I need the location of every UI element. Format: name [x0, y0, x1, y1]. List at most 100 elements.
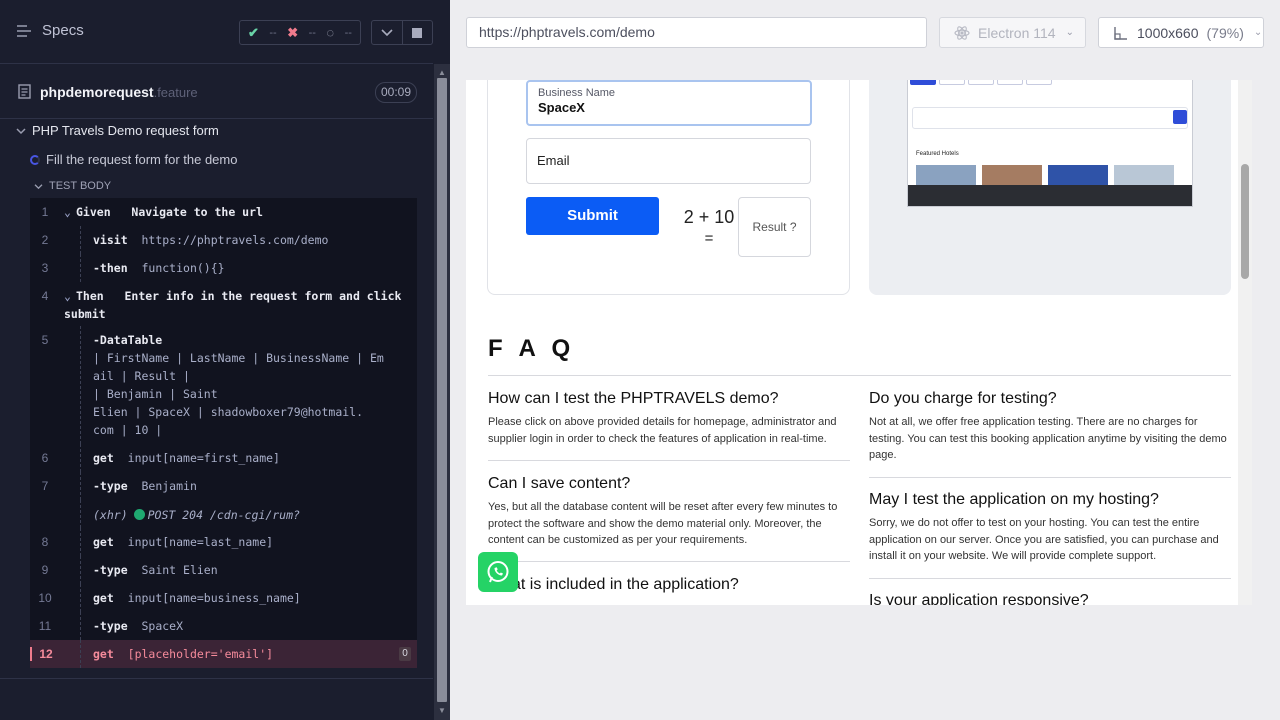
- demo-preview-image: Featured Hotels: [907, 80, 1193, 207]
- aut-scrollbar[interactable]: [1238, 80, 1252, 605]
- file-icon: [18, 84, 31, 99]
- scrollbar-thumb[interactable]: [437, 78, 447, 702]
- command-row[interactable]: 1 ⌄ Given Navigate to the url: [30, 198, 417, 226]
- url-bar[interactable]: https://phptravels.com/demo: [466, 17, 927, 48]
- captcha-result-field[interactable]: Result ?: [738, 197, 811, 257]
- runner-scrollbar[interactable]: ▲ ▼: [434, 64, 450, 720]
- command-message: Benjamin: [141, 479, 197, 493]
- command-row[interactable]: 11 -type SpaceX: [30, 612, 417, 640]
- command-number: 7: [41, 479, 49, 493]
- faq-answer: Yes, but all the database content will b…: [488, 501, 838, 546]
- demo-request-form: Business Name SpaceX Email Submit 2 + 10…: [487, 80, 850, 295]
- test-body-header[interactable]: TEST BODY: [34, 180, 111, 192]
- command-row[interactable]: 8 get input[name=last_name]: [30, 528, 417, 556]
- command-row[interactable]: 2 visit https://phptravels.com/demo: [30, 226, 417, 254]
- specs-toggle[interactable]: Specs: [16, 22, 84, 39]
- command-keyword: (xhr): [93, 508, 128, 522]
- search-icon: [1173, 110, 1187, 124]
- chevron-down-icon: [16, 127, 26, 134]
- chevron-down-button[interactable]: [372, 21, 402, 44]
- command-message: POST 204 /cdn-cgi/rum?: [147, 508, 300, 522]
- electron-icon: [954, 25, 970, 40]
- app-under-test-panel: https://phptravels.com/demo Electron 114…: [450, 0, 1280, 720]
- scrollbar-thumb[interactable]: [1241, 164, 1249, 279]
- command-keyword: get: [93, 451, 114, 465]
- run-controls: [371, 20, 433, 45]
- command-message: SpaceX: [141, 619, 184, 633]
- command-message: https://phptravels.com/demo: [141, 233, 329, 247]
- command-message: input[name=first_name]: [127, 451, 280, 465]
- viewport-zoom: (79%): [1206, 24, 1244, 41]
- chevron-down-icon: ⌄: [64, 289, 71, 303]
- faq-answer: Not at all, we offer free application te…: [869, 416, 1227, 461]
- element-count-badge: 0: [399, 647, 411, 661]
- suite-title-text: PHP Travels Demo request form: [32, 123, 219, 138]
- command-keyword: get: [93, 535, 114, 549]
- spec-file-name: phpdemorequest: [40, 84, 154, 100]
- chevron-down-icon: ⌄: [1253, 27, 1263, 38]
- command-message: input[name=business_name]: [127, 591, 301, 605]
- suite-title[interactable]: PHP Travels Demo request form: [16, 123, 219, 138]
- command-row[interactable]: 6 get input[name=first_name]: [30, 444, 417, 472]
- command-number: 11: [38, 619, 52, 633]
- command-row-active[interactable]: 12 get [placeholder='email'] 0: [30, 640, 417, 668]
- faq-item: Do you charge for testing? Not at all, w…: [869, 390, 1231, 464]
- faq-question: Is your application responsive?: [869, 592, 1089, 605]
- command-keyword: -then: [93, 261, 128, 275]
- command-row[interactable]: 9 -type Saint Elien: [30, 556, 417, 584]
- check-icon: ✔: [248, 24, 259, 40]
- test-title-text: Fill the request form for the demo: [46, 152, 238, 167]
- scroll-down-icon[interactable]: ▼: [438, 706, 446, 715]
- submit-button[interactable]: Submit: [526, 197, 659, 235]
- faq-item: What is included in the application?: [488, 576, 850, 594]
- command-number: 3: [41, 261, 49, 275]
- command-row[interactable]: 4 ⌄ Then Enter info in the request form a…: [30, 282, 417, 326]
- whatsapp-icon: [487, 561, 509, 583]
- faq-item: Can I save content? Yes, but all the dat…: [488, 475, 850, 549]
- command-keyword: get: [93, 591, 114, 605]
- command-keyword: Then: [76, 289, 104, 303]
- command-number: 6: [41, 451, 49, 465]
- command-message: function(){}: [141, 261, 225, 275]
- command-keyword: -type: [93, 619, 128, 633]
- business-name-field[interactable]: Business Name SpaceX: [526, 80, 812, 126]
- spec-row[interactable]: phpdemorequest.feature 00:09: [0, 64, 433, 119]
- whatsapp-button[interactable]: [478, 552, 518, 592]
- command-keyword: get: [93, 647, 114, 661]
- faq-title: F A Q: [488, 335, 576, 362]
- passed-count: --: [269, 26, 277, 39]
- failed-count: --: [308, 26, 316, 39]
- faq-divider: [869, 477, 1231, 478]
- datatable-line: Elien | SpaceX | shadowboxer79@hotmail.: [93, 405, 364, 419]
- test-stats: ✔ -- ✖ -- ◌ --: [239, 20, 361, 45]
- viewport-size: 1000x660: [1137, 24, 1199, 41]
- stop-button[interactable]: [401, 21, 432, 44]
- command-row[interactable]: 10 get input[name=business_name]: [30, 584, 417, 612]
- faq-divider: [488, 460, 850, 461]
- runner-header: Specs ✔ -- ✖ -- ◌ --: [0, 0, 433, 64]
- command-row[interactable]: 7 -type Benjamin: [30, 472, 417, 500]
- chevron-down-icon: [381, 28, 393, 36]
- command-message-wrap: submit: [64, 307, 106, 321]
- email-field[interactable]: Email: [526, 138, 811, 184]
- xhr-status-icon: [133, 509, 145, 520]
- running-spinner-icon: [30, 154, 40, 165]
- viewport-selector[interactable]: 1000x660 (79%) ⌄: [1098, 17, 1264, 48]
- command-number: 9: [41, 563, 49, 577]
- test-body-label: TEST BODY: [49, 180, 112, 192]
- command-number: 12: [30, 647, 60, 661]
- stop-icon: [412, 27, 423, 38]
- spec-name: phpdemorequest.feature: [40, 84, 198, 100]
- faq-question: Can I save content?: [488, 475, 631, 492]
- browser-selector[interactable]: Electron 114 ⌄: [939, 17, 1086, 48]
- command-row[interactable]: 3 -then function(){}: [30, 254, 417, 282]
- menu-icon: [17, 24, 31, 37]
- scroll-up-icon[interactable]: ▲: [438, 68, 446, 77]
- xhr-row[interactable]: (xhr) POST 204 /cdn-cgi/rum?: [30, 500, 417, 528]
- test-title[interactable]: Fill the request form for the demo: [30, 152, 237, 167]
- runner-footer-divider: [0, 678, 433, 679]
- command-number: 10: [38, 591, 52, 605]
- command-row[interactable]: 5 -DataTable | FirstName | LastName | Bu…: [30, 326, 417, 444]
- faq-answer: Sorry, we do not offer to test on your h…: [869, 517, 1219, 562]
- command-keyword: -type: [93, 479, 128, 493]
